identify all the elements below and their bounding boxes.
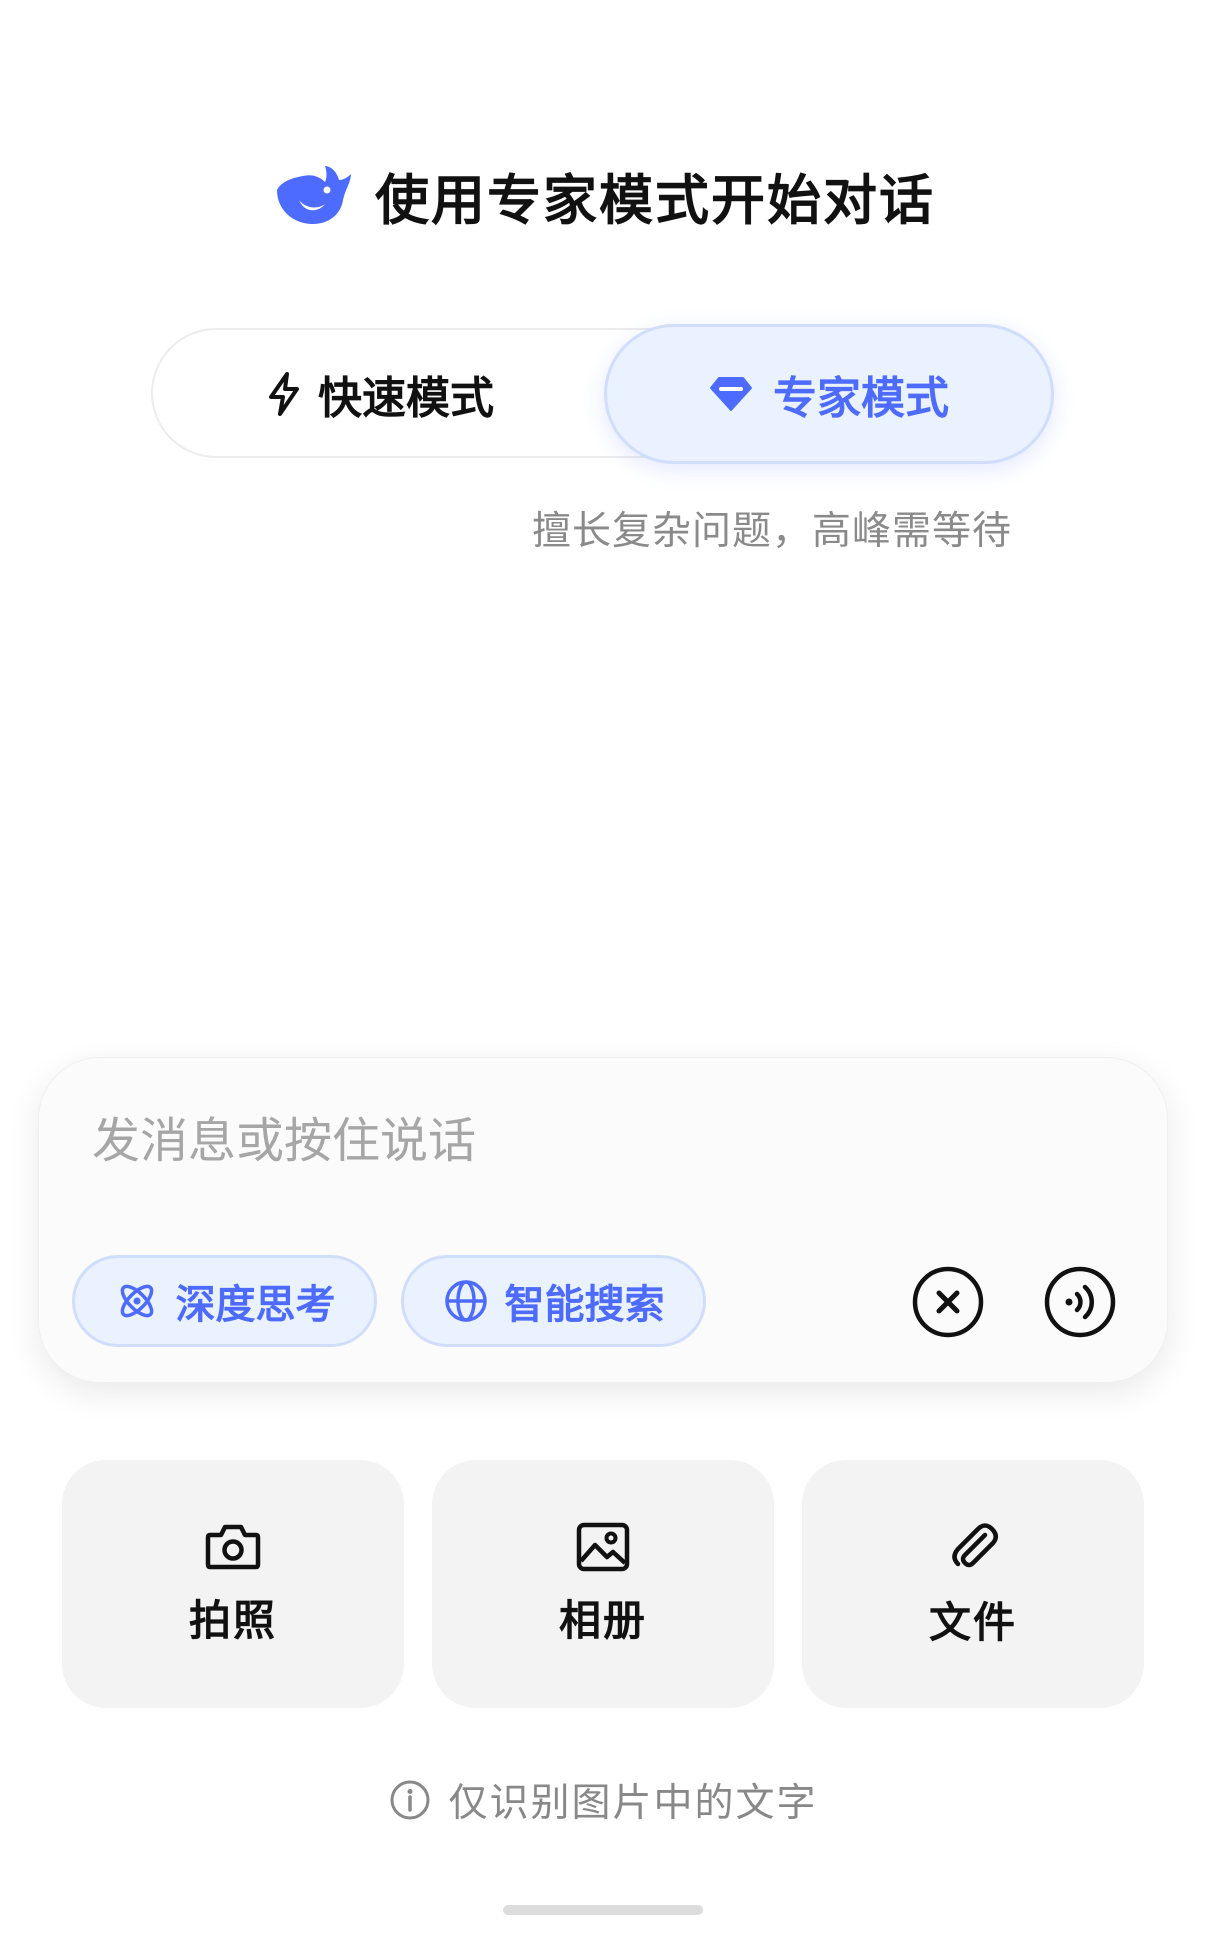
album-label: 相册 bbox=[558, 1595, 647, 1645]
fast-mode-button[interactable]: 快速模式 bbox=[160, 332, 600, 456]
whale-logo-icon bbox=[277, 166, 351, 224]
paperclip-icon bbox=[952, 1522, 998, 1567]
atom-icon bbox=[120, 1284, 153, 1318]
deep-think-button[interactable]: 深度思考 bbox=[72, 1255, 377, 1347]
close-circle-icon bbox=[912, 1266, 984, 1338]
fast-mode-label: 快速模式 bbox=[318, 373, 494, 424]
camera-icon bbox=[205, 1524, 261, 1569]
lightning-icon bbox=[269, 372, 299, 416]
voice-wave-icon bbox=[1044, 1266, 1116, 1338]
globe-icon bbox=[444, 1280, 487, 1322]
image-icon bbox=[576, 1522, 630, 1571]
album-tile[interactable]: 相册 bbox=[432, 1460, 774, 1708]
voice-button[interactable] bbox=[1043, 1265, 1117, 1339]
deep-think-label: 深度思考 bbox=[175, 1282, 336, 1328]
mode-description: 擅长复杂问题，高峰需等待 bbox=[531, 509, 1012, 554]
close-button[interactable] bbox=[911, 1265, 985, 1339]
camera-tile[interactable]: 拍照 bbox=[62, 1460, 404, 1708]
message-input[interactable] bbox=[90, 1100, 854, 1182]
smart-search-button[interactable]: 智能搜索 bbox=[401, 1255, 706, 1347]
expert-mode-button[interactable]: 专家模式 bbox=[604, 324, 1054, 464]
expert-mode-label: 专家模式 bbox=[773, 373, 949, 424]
info-icon bbox=[390, 1780, 430, 1820]
file-label: 文件 bbox=[928, 1597, 1017, 1647]
ocr-note: 仅识别图片中的文字 bbox=[0, 1770, 1206, 1830]
page-title: 使用专家模式开始对话 bbox=[375, 168, 935, 232]
camera-label: 拍照 bbox=[188, 1595, 277, 1645]
smart-search-label: 智能搜索 bbox=[504, 1282, 665, 1328]
file-tile[interactable]: 文件 bbox=[802, 1460, 1144, 1708]
diamond-icon bbox=[710, 377, 752, 411]
ocr-note-text: 仅识别图片中的文字 bbox=[448, 1781, 818, 1826]
header: 使用专家模式开始对话 bbox=[0, 150, 1206, 240]
home-indicator bbox=[503, 1905, 703, 1915]
